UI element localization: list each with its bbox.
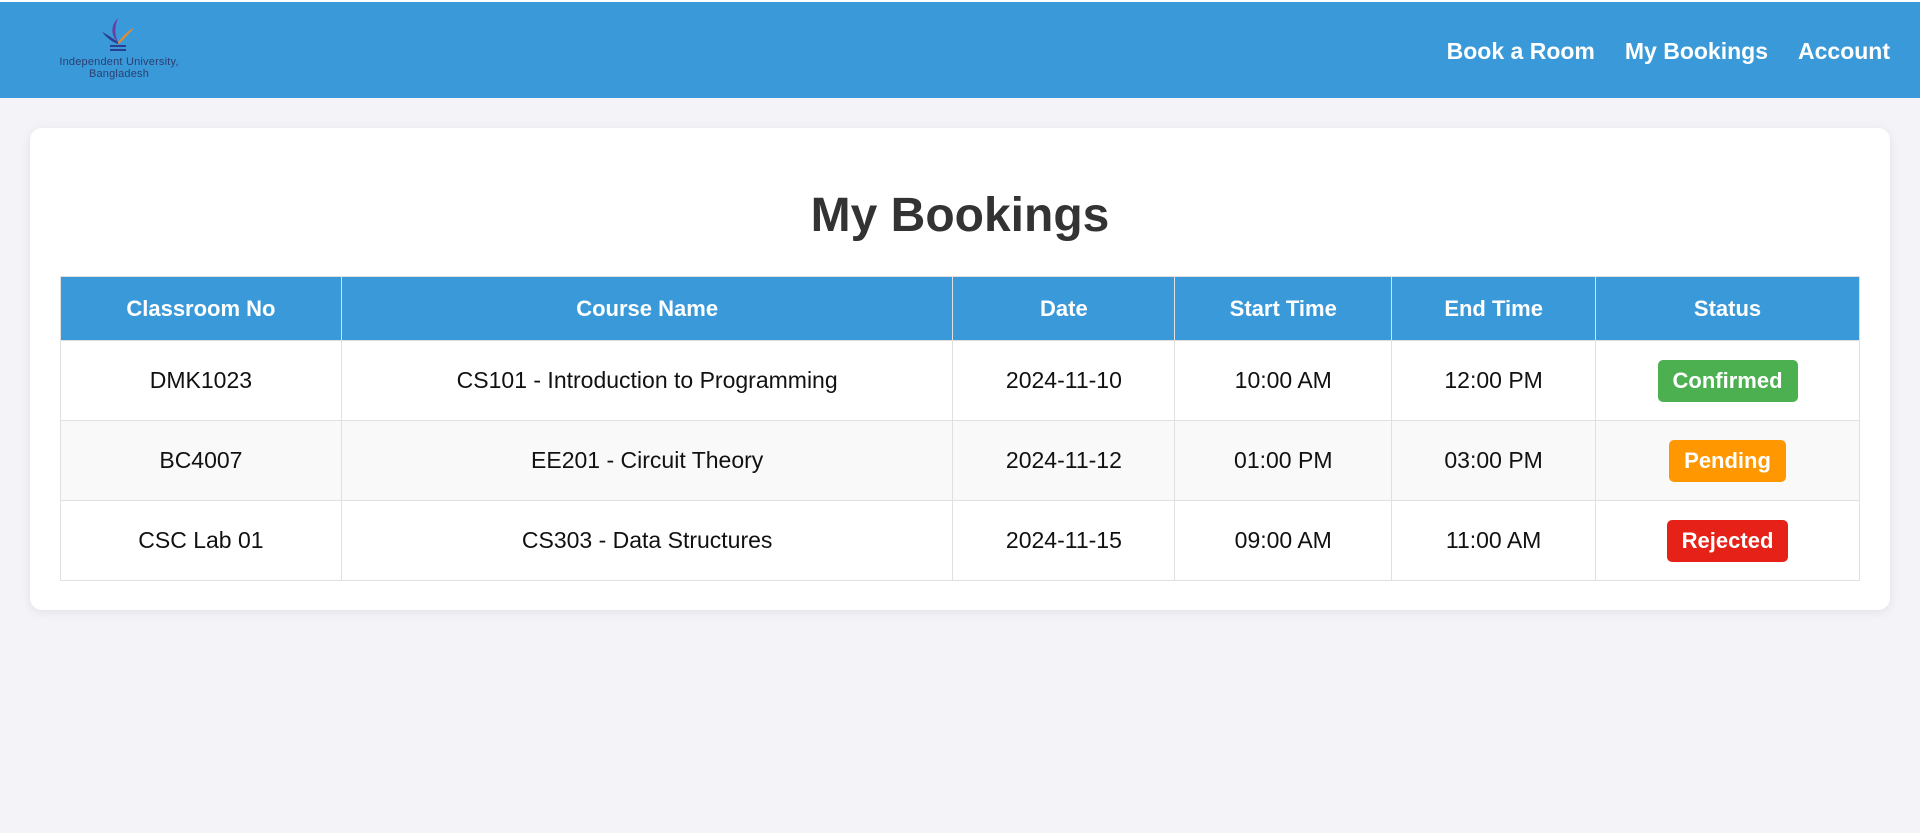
nav-account[interactable]: Account: [1798, 38, 1890, 65]
page-title: My Bookings: [810, 189, 1110, 242]
cell-classroom: DMK1023: [60, 340, 342, 421]
cell-status: Rejected: [1595, 500, 1860, 581]
column-header-course: Course Name: [340, 276, 954, 341]
top-nav-bar: Independent University, Bangladesh Book …: [0, 0, 1920, 98]
logo-text: Independent University, Bangladesh: [28, 56, 210, 80]
column-header-end-time: End Time: [1391, 276, 1597, 341]
cell-start-time: 01:00 PM: [1174, 420, 1393, 501]
cell-status: Confirmed: [1595, 340, 1860, 421]
cell-course: EE201 - Circuit Theory: [340, 420, 954, 501]
nav-my-bookings[interactable]: My Bookings: [1625, 38, 1768, 65]
logo-text-line2: Bangladesh: [88, 68, 150, 80]
university-logo[interactable]: Independent University, Bangladesh: [28, 16, 210, 82]
status-badge: Pending: [1669, 439, 1786, 482]
column-header-classroom: Classroom No: [60, 276, 342, 341]
cell-date: 2024-11-12: [952, 420, 1176, 501]
cell-start-time: 09:00 AM: [1174, 500, 1393, 581]
column-header-status: Status: [1595, 276, 1860, 341]
university-logo-icon: [102, 18, 134, 51]
table-row: CSC Lab 01 CS303 - Data Structures 2024-…: [60, 500, 1860, 581]
cell-end-time: 03:00 PM: [1391, 420, 1597, 501]
table-row: BC4007 EE201 - Circuit Theory 2024-11-12…: [60, 420, 1860, 501]
table-header-row: Classroom No Course Name Date Start Time…: [60, 276, 1860, 341]
main-nav: Book a Room My Bookings Account: [1447, 2, 1890, 100]
cell-classroom: CSC Lab 01: [60, 500, 342, 581]
cell-date: 2024-11-10: [952, 340, 1176, 421]
cell-date: 2024-11-15: [952, 500, 1176, 581]
cell-status: Pending: [1595, 420, 1860, 501]
bookings-table: Classroom No Course Name Date Start Time…: [60, 276, 1860, 581]
table-row: DMK1023 CS101 - Introduction to Programm…: [60, 340, 1860, 421]
bookings-card: My Bookings Classroom No Course Name Dat…: [30, 128, 1890, 610]
cell-classroom: BC4007: [60, 420, 342, 501]
cell-course: CS101 - Introduction to Programming: [340, 340, 954, 421]
cell-course: CS303 - Data Structures: [340, 500, 954, 581]
cell-end-time: 12:00 PM: [1391, 340, 1597, 421]
column-header-start-time: Start Time: [1174, 276, 1393, 341]
cell-start-time: 10:00 AM: [1174, 340, 1393, 421]
column-header-date: Date: [952, 276, 1176, 341]
status-badge: Confirmed: [1657, 359, 1798, 402]
status-badge: Rejected: [1666, 519, 1789, 562]
nav-book-a-room[interactable]: Book a Room: [1447, 38, 1595, 65]
logo-text-line1: Independent University,: [59, 56, 179, 68]
cell-end-time: 11:00 AM: [1391, 500, 1597, 581]
